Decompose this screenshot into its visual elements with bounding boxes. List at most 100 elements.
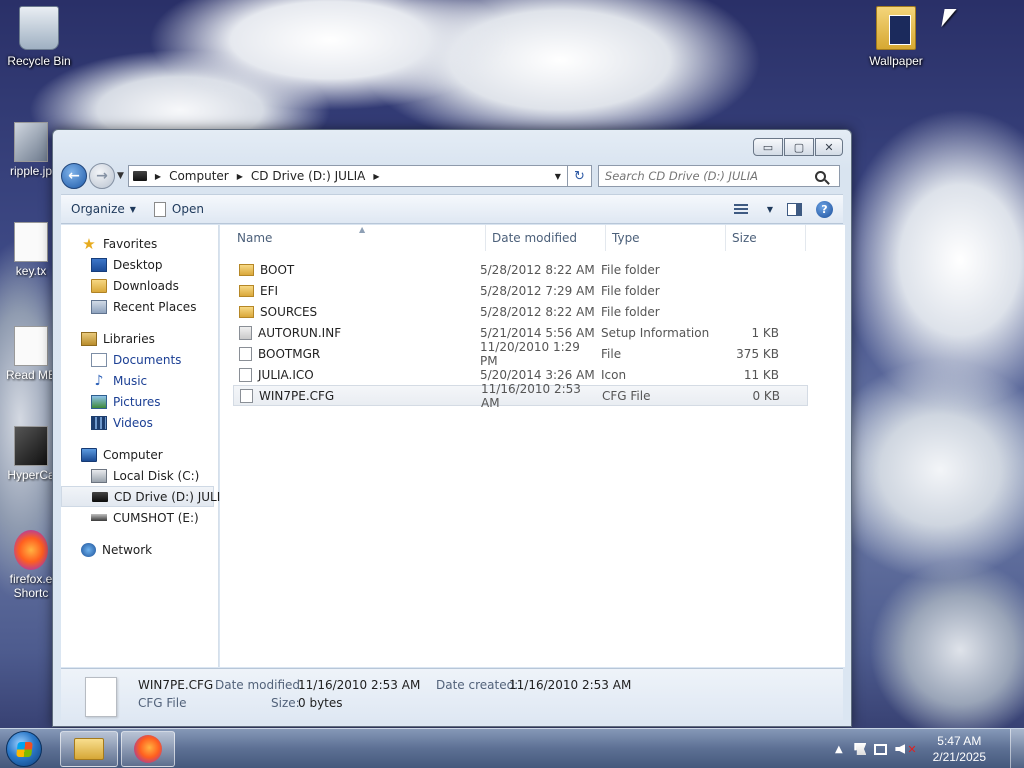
nav-network-label: Network xyxy=(102,542,153,557)
documents-icon xyxy=(91,352,107,367)
breadcrumb-computer[interactable]: Computer xyxy=(169,169,229,183)
file-row[interactable]: BOOTMGR 11/20/2010 1:29 PM File 375 KB xyxy=(233,340,808,368)
file-row[interactable]: EFI 5/28/2012 7:29 AM File folder xyxy=(233,280,808,301)
music-icon: ♪ xyxy=(94,372,104,389)
back-arrow-icon: ← xyxy=(68,168,80,184)
nav-music[interactable]: ♪ Music xyxy=(61,370,218,391)
recycle-bin-shortcut[interactable]: Recycle Bin xyxy=(1,6,77,68)
file-row-selected[interactable]: WIN7PE.CFG 11/16/2010 2:53 AM CFG File 0… xyxy=(233,382,808,410)
folder-icon xyxy=(239,284,254,297)
column-header-size[interactable]: Size xyxy=(726,224,806,251)
details-file-type: CFG File xyxy=(138,696,187,710)
nav-recent-places[interactable]: Recent Places xyxy=(61,296,218,317)
taskbar-explorer-button[interactable] xyxy=(60,731,118,767)
open-button[interactable]: Open xyxy=(153,201,204,217)
nav-cd-drive[interactable]: CD Drive (D:) JULIA xyxy=(61,486,228,507)
details-modified-value: 11/16/2010 2:53 AM xyxy=(298,678,421,692)
taskbar-firefox-button[interactable] xyxy=(121,731,175,767)
file-name: SOURCES xyxy=(260,304,318,319)
nav-computer[interactable]: Computer xyxy=(61,444,218,465)
volume-icon[interactable] xyxy=(895,744,906,754)
details-modified-label: Date modified: xyxy=(215,678,305,692)
action-center-flag-icon[interactable] xyxy=(854,743,867,755)
column-header-date[interactable]: Date modified xyxy=(486,224,606,251)
forward-button[interactable]: → xyxy=(89,163,115,189)
address-dropdown-icon[interactable]: ▼ xyxy=(555,172,561,181)
drive-icon xyxy=(132,171,147,181)
minimize-button[interactable]: ▭ xyxy=(753,138,783,156)
nav-desktop[interactable]: Desktop xyxy=(61,254,218,275)
icon-file-icon xyxy=(239,367,252,382)
nav-usb-drive[interactable]: CUMSHOT (E:) xyxy=(61,507,218,528)
nav-videos-label: Videos xyxy=(113,415,153,430)
file-name: EFI xyxy=(260,283,279,298)
start-button[interactable] xyxy=(6,731,42,767)
file-row[interactable]: SOURCES 5/28/2012 8:22 AM File folder xyxy=(233,301,808,322)
nav-music-label: Music xyxy=(113,373,148,388)
search-icon[interactable] xyxy=(814,170,826,182)
nav-libraries[interactable]: Libraries xyxy=(61,328,218,349)
chevron-right-icon[interactable]: ▶ xyxy=(155,172,161,181)
file-type: Setup Information xyxy=(601,325,710,340)
file-date: 5/28/2012 8:22 AM xyxy=(480,304,595,319)
nav-desktop-label: Desktop xyxy=(113,257,163,272)
search-box[interactable] xyxy=(597,165,840,187)
chevron-right-icon[interactable]: ▶ xyxy=(373,172,379,181)
nav-computer-label: Computer xyxy=(103,447,163,462)
image-file-icon xyxy=(14,122,48,162)
chevron-down-icon: ▼ xyxy=(129,204,136,214)
preview-pane-icon[interactable] xyxy=(787,202,802,216)
details-created-value: 11/16/2010 2:53 AM xyxy=(509,678,632,692)
file-date: 5/21/2014 5:56 AM xyxy=(480,325,595,340)
videos-icon xyxy=(91,415,107,430)
column-header-name[interactable]: Name xyxy=(220,224,486,251)
nav-network[interactable]: Network xyxy=(61,539,218,560)
firefox-icon xyxy=(14,530,48,570)
clock[interactable]: 5:47 AM 2/21/2025 xyxy=(933,733,986,765)
nav-favorites[interactable]: ★ Favorites xyxy=(61,233,218,254)
wallpaper-folder-shortcut[interactable]: Wallpaper xyxy=(858,6,934,68)
close-icon: ✕ xyxy=(824,140,834,154)
navigation-pane: ★ Favorites Desktop Downloads Recent Pla… xyxy=(61,225,228,667)
view-dropdown-icon[interactable]: ▼ xyxy=(767,205,773,214)
text-file-icon xyxy=(14,222,48,262)
file-row[interactable]: BOOT 5/28/2012 8:22 AM File folder xyxy=(233,259,808,280)
help-icon[interactable]: ? xyxy=(816,200,833,218)
nav-documents-label: Documents xyxy=(113,352,182,367)
nav-recent-label: Recent Places xyxy=(113,299,197,314)
show-hidden-icons-button[interactable]: ▲ xyxy=(831,742,846,756)
breadcrumb-cd-drive[interactable]: CD Drive (D:) JULIA xyxy=(251,169,365,183)
organize-button[interactable]: Organize ▼ xyxy=(71,202,136,216)
nav-downloads[interactable]: Downloads xyxy=(61,275,218,296)
command-bar: Organize ▼ Open ▼ ? xyxy=(61,194,843,224)
file-type: File folder xyxy=(601,262,660,277)
change-view-icon[interactable] xyxy=(733,203,748,215)
recent-pages-dropdown[interactable]: ▼ xyxy=(117,171,124,181)
clock-time: 5:47 AM xyxy=(937,734,982,748)
open-label: Open xyxy=(171,202,204,216)
file-name: AUTORUN.INF xyxy=(258,325,342,340)
nav-local-disk-label: Local Disk (C:) xyxy=(113,468,200,483)
nav-local-disk[interactable]: Local Disk (C:) xyxy=(61,465,218,486)
nav-videos[interactable]: Videos xyxy=(61,412,218,433)
back-button[interactable]: ← xyxy=(61,163,87,189)
document-icon xyxy=(153,201,166,217)
close-button[interactable]: ✕ xyxy=(815,138,843,156)
mute-indicator-icon: ✕ xyxy=(907,742,917,756)
network-status-icon[interactable] xyxy=(874,743,888,755)
search-input[interactable] xyxy=(604,169,815,183)
firefox-icon xyxy=(134,735,162,763)
explorer-window: ▭ ▢ ✕ ← → ▼ ▶ Computer ▶ CD Drive (D:) J… xyxy=(52,129,852,727)
refresh-button[interactable]: ↻ xyxy=(567,165,592,187)
chevron-right-icon[interactable]: ▶ xyxy=(237,172,243,181)
nav-pictures[interactable]: Pictures xyxy=(61,391,218,412)
address-bar[interactable]: ▶ Computer ▶ CD Drive (D:) JULIA ▶ ▼ xyxy=(127,165,568,187)
clock-date: 2/21/2025 xyxy=(932,750,986,764)
network-icon xyxy=(81,542,96,557)
nav-documents[interactable]: Documents xyxy=(61,349,218,370)
column-header-type[interactable]: Type xyxy=(606,224,726,251)
system-tray: ▲ ✕ 5:47 AM 2/21/2025 xyxy=(831,729,990,768)
show-desktop-button[interactable] xyxy=(1010,729,1024,768)
maximize-button[interactable]: ▢ xyxy=(784,138,814,156)
file-type: File xyxy=(601,346,622,361)
